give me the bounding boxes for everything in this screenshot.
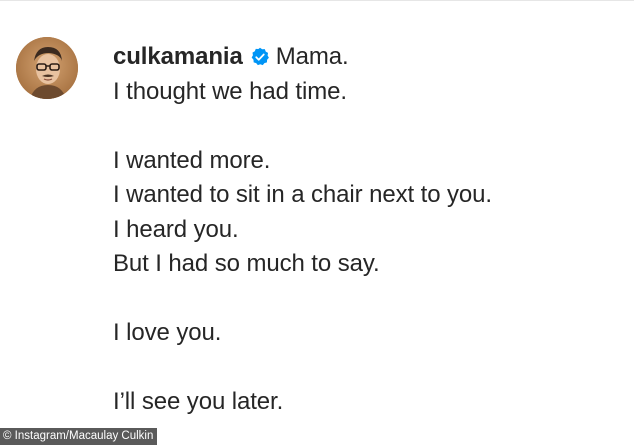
verified-badge-icon: [251, 47, 269, 66]
caption-line: I’ll see you later.: [113, 388, 284, 415]
caption-line-header: culkamania Mama.: [113, 40, 623, 75]
username-link[interactable]: culkamania: [113, 43, 243, 70]
caption-line: Mama.: [275, 43, 349, 70]
caption-line: I heard you.: [113, 215, 239, 243]
top-divider: [0, 0, 634, 1]
caption-line: I love you.: [113, 319, 222, 346]
avatar[interactable]: [16, 37, 78, 99]
caption-line: I wanted to sit in a chair next to you.: [113, 181, 492, 208]
avatar-portrait-image: [16, 37, 78, 99]
caption-line: I thought we had time.: [113, 77, 347, 105]
caption-line: But I had so much to say.: [113, 250, 380, 277]
photo-credit: © Instagram/Macaulay Culkin: [0, 428, 158, 445]
post-caption: culkamania Mama. I thought we had time. …: [113, 40, 623, 420]
caption-line: I wanted more.: [113, 146, 271, 174]
